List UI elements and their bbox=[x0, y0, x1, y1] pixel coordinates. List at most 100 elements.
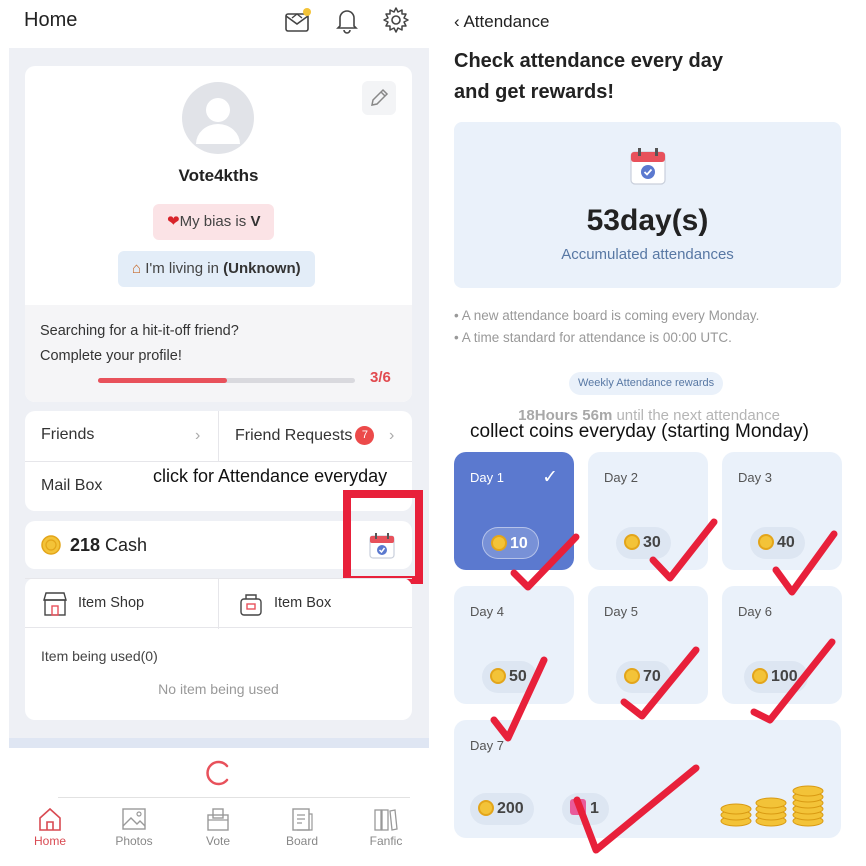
friends-item[interactable]: Friends › bbox=[25, 411, 218, 461]
reward-amount: 10 bbox=[510, 535, 528, 552]
reward-amount: 200 bbox=[497, 800, 524, 817]
bias-value: V bbox=[250, 213, 261, 230]
day-label: Day 7 bbox=[470, 738, 504, 753]
reward-amount: 1 bbox=[590, 800, 599, 817]
tab-home[interactable]: Home bbox=[8, 806, 92, 866]
note-item: • A time standard for attendance is 00:0… bbox=[454, 330, 732, 345]
items-card: Item Shop Item Box Item being used(0) No… bbox=[25, 578, 412, 720]
cash-value: 218 bbox=[70, 535, 101, 555]
attendance-summary: 53day(s) Accumulated attendances bbox=[454, 122, 841, 288]
day-reward-gift: 1 bbox=[562, 793, 609, 825]
back-button[interactable]: ‹ Attendance bbox=[454, 12, 549, 32]
profile-card: Vote4kths ❤My bias is V ⌂ I'm living in … bbox=[25, 66, 412, 402]
note-item: • A new attendance board is coming every… bbox=[454, 308, 760, 323]
house-icon: ⌂ bbox=[132, 260, 142, 277]
prompt-line-2: Complete your profile! bbox=[40, 348, 182, 364]
tab-fanfic[interactable]: Fanfic bbox=[344, 806, 428, 866]
headline-line-1: Check attendance every day bbox=[454, 50, 724, 72]
top-bar: Home bbox=[0, 0, 432, 44]
shop-icon bbox=[43, 592, 67, 616]
profile-completion[interactable]: Searching for a hit-it-off friend? Compl… bbox=[25, 305, 412, 402]
mail-notification-icon[interactable] bbox=[284, 6, 312, 34]
day-card-3[interactable]: Day 3 40 bbox=[722, 452, 842, 570]
item-box-button[interactable]: Item Box bbox=[219, 579, 412, 629]
living-pill: ⌂ I'm living in (Unknown) bbox=[118, 251, 315, 287]
day-card-5[interactable]: Day 5 70 bbox=[588, 586, 708, 704]
gear-icon[interactable] bbox=[382, 6, 410, 34]
living-value: (Unknown) bbox=[223, 260, 301, 277]
coin-icon bbox=[752, 668, 768, 684]
mailbox-label: Mail Box bbox=[41, 477, 103, 494]
profile-prompt: Searching for a hit-it-off friend? Compl… bbox=[40, 319, 239, 369]
day-label: Day 6 bbox=[738, 604, 772, 619]
chevron-right-icon: › bbox=[389, 427, 395, 444]
coin-icon bbox=[758, 534, 774, 550]
check-icon: ✓ bbox=[542, 467, 558, 488]
attendance-notes: • A new attendance board is coming every… bbox=[454, 305, 759, 349]
username: Vote4kths bbox=[178, 166, 259, 185]
board-icon bbox=[292, 808, 313, 831]
coin-icon bbox=[624, 668, 640, 684]
day-card-4[interactable]: Day 4 50 bbox=[454, 586, 574, 704]
reward-amount: 40 bbox=[777, 534, 795, 551]
edit-profile-button[interactable] bbox=[362, 81, 396, 115]
menu-row-friends: Friends › Friend Requests 7 › bbox=[25, 411, 412, 461]
content-strip bbox=[9, 738, 429, 748]
day-label: Day 5 bbox=[604, 604, 638, 619]
day-reward-coins: 200 bbox=[470, 793, 534, 825]
coin-icon bbox=[490, 668, 506, 684]
pencil-icon bbox=[371, 88, 389, 106]
loading-spinner-icon bbox=[206, 760, 229, 786]
tab-board[interactable]: Board bbox=[260, 806, 344, 866]
note-text: A time standard for attendance is 00:00 … bbox=[461, 330, 732, 345]
reward-amount: 70 bbox=[643, 668, 661, 685]
profile-progress-label: 3/6 bbox=[370, 369, 391, 386]
attendance-highlight-box bbox=[343, 490, 423, 584]
friend-requests-badge: 7 bbox=[355, 426, 375, 445]
photo-icon bbox=[122, 808, 146, 830]
day-label: Day 4 bbox=[470, 604, 504, 619]
friend-requests-item[interactable]: Friend Requests 7 › bbox=[219, 411, 412, 461]
tab-label: Board bbox=[285, 834, 319, 848]
friend-requests-label: Friend Requests 7 bbox=[235, 426, 375, 445]
cash-amount: 218 Cash bbox=[70, 535, 147, 556]
items-row: Item Shop Item Box bbox=[25, 578, 412, 629]
bell-icon[interactable] bbox=[333, 6, 361, 34]
tab-label: Vote bbox=[205, 834, 231, 848]
day-card-2[interactable]: Day 2 30 bbox=[588, 452, 708, 570]
weekly-rewards-pill: Weekly Attendance rewards bbox=[569, 372, 724, 395]
cash-unit: Cash bbox=[100, 535, 148, 555]
bag-icon bbox=[240, 594, 262, 616]
tab-photos[interactable]: Photos bbox=[92, 806, 176, 866]
day-card-7[interactable]: Day 7 200 1 bbox=[454, 720, 841, 838]
page-title: Home bbox=[24, 9, 78, 31]
attendance-count-label: Accumulated attendances bbox=[561, 246, 734, 263]
coins-annotation: collect coins everyday (starting Monday) bbox=[470, 421, 809, 443]
tab-label: Home bbox=[33, 834, 66, 848]
avatar[interactable] bbox=[182, 82, 254, 154]
attendance-annotation: click for Attendance everyday bbox=[153, 466, 388, 486]
profile-progress-fill bbox=[98, 378, 227, 383]
tab-vote[interactable]: Vote bbox=[176, 806, 260, 866]
coin-icon bbox=[491, 535, 507, 551]
day-label: Day 3 bbox=[738, 470, 772, 485]
day-reward: 50 bbox=[482, 661, 537, 693]
coin-icon bbox=[478, 800, 494, 816]
day-reward: 30 bbox=[616, 527, 671, 559]
bias-pill: ❤My bias is V bbox=[153, 204, 275, 240]
day-reward: 100 bbox=[744, 661, 808, 693]
heart-icon: ❤ bbox=[167, 213, 180, 230]
divider bbox=[58, 797, 410, 798]
day-card-6[interactable]: Day 6 100 bbox=[722, 586, 842, 704]
day-reward: 10 bbox=[482, 527, 539, 559]
home-screen: Home Vote4kths ❤My bias is V ⌂ I'm livin… bbox=[0, 0, 432, 866]
item-shop-label: Item Shop bbox=[78, 595, 145, 611]
profile-progress-bar bbox=[98, 378, 355, 383]
item-shop-button[interactable]: Item Shop bbox=[25, 579, 218, 629]
coin-icon bbox=[624, 534, 640, 550]
day-card-1[interactable]: Day 1 ✓ 10 bbox=[454, 452, 574, 570]
item-box-label: Item Box bbox=[274, 595, 332, 611]
gift-icon bbox=[570, 799, 586, 815]
day-label: Day 2 bbox=[604, 470, 638, 485]
day-reward: 70 bbox=[616, 661, 671, 693]
